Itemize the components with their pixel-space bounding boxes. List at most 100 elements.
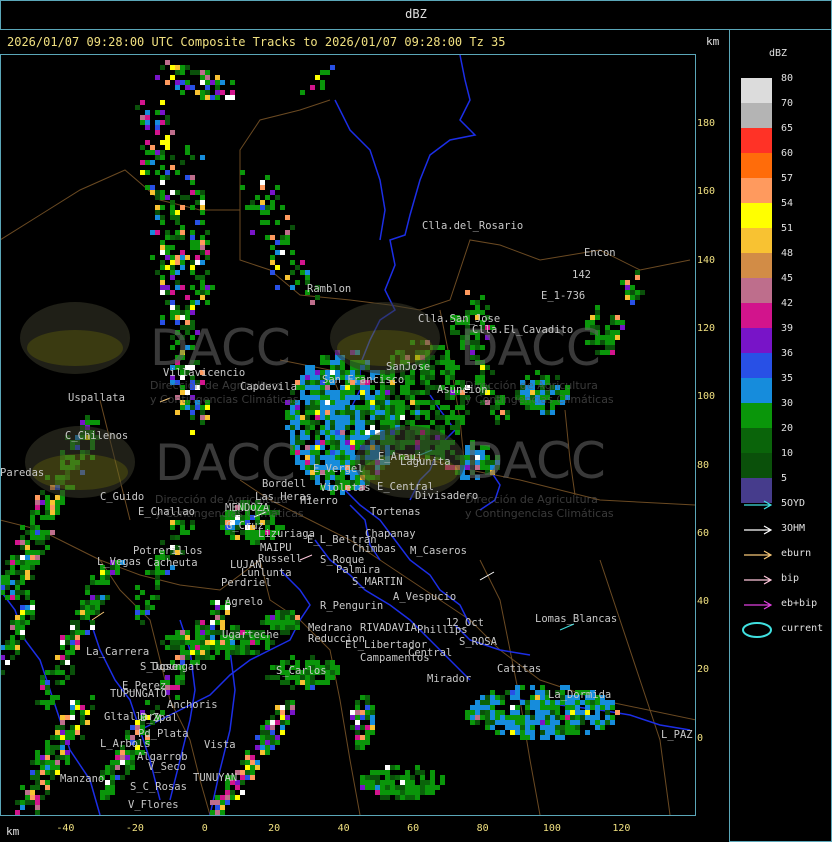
x-axis-tick-label: 20 (268, 823, 281, 834)
legend-swatch (741, 228, 772, 253)
legend-swatch (741, 303, 772, 328)
track-type-label: eburn (781, 548, 812, 559)
track-type-label: eb+bip (781, 598, 818, 609)
place-label: S_Carlos (276, 665, 327, 677)
place-label: San_Francisco (322, 374, 404, 386)
place-label: Paredas (0, 467, 44, 479)
place-label: Russell (258, 553, 302, 565)
x-axis-tick-label: -40 (56, 823, 75, 834)
place-label: RIVADAVIA (360, 622, 418, 634)
place-label: Divisadero (415, 490, 478, 502)
place-label: Perdriel (221, 577, 272, 589)
place-label: L_PAZ (661, 729, 693, 741)
legend-swatch-label: 65 (781, 123, 794, 134)
place-label: Central (408, 647, 452, 659)
legend-swatch-label: 45 (781, 273, 794, 284)
x-axis-tick-label: -20 (125, 823, 144, 834)
legend-swatch (741, 128, 772, 153)
legend-swatch (741, 453, 772, 478)
legend-swatch-label: 5 (781, 473, 788, 484)
y-axis-tick-label: 120 (697, 322, 716, 334)
radar-map[interactable]: DACC DACC DACC DACC Dirección de Agricul… (0, 54, 696, 816)
place-label: Lomas_Blancas (535, 613, 617, 625)
legend-swatch (741, 153, 772, 178)
place-label: La_Carrera (86, 646, 149, 658)
legend-swatch-label: 54 (781, 198, 794, 209)
window-title: dBZ (405, 7, 427, 21)
place-label: S_Jose (140, 661, 178, 673)
legend-swatch-label: 30 (781, 398, 794, 409)
track-arrow-icon (744, 550, 773, 560)
legend-swatch-label: 70 (781, 98, 794, 109)
place-label: Asuncion (437, 384, 488, 396)
x-axis-tick-label: 120 (612, 823, 631, 834)
legend-swatch-label: 20 (781, 423, 794, 434)
x-axis-tick-label: 0 (201, 823, 208, 834)
legend-swatch-label: 35 (781, 373, 794, 384)
legend-swatch-label: 10 (781, 448, 794, 459)
legend-title: dBZ (769, 48, 788, 59)
y-axis-tick-label: 60 (697, 527, 710, 539)
place-label: TUNUYAN (193, 772, 237, 784)
y-axis-tick-label: 20 (697, 664, 710, 676)
x-axis-tick-label: 40 (337, 823, 350, 834)
place-label: La_Dormida (548, 689, 611, 701)
place-label: Vista (204, 739, 236, 751)
place-label: 142 (572, 269, 591, 281)
place-label: Tortenas (370, 506, 421, 518)
track-arrow-icon (744, 500, 773, 510)
place-label: S_ROSA (459, 636, 498, 648)
track-type-label: bip (781, 573, 800, 584)
place-label: A_Vespucio (393, 591, 456, 603)
place-label: R_Pengurin (320, 600, 383, 612)
place-label: Clla.El_Cavadito (472, 324, 573, 336)
legend-swatch (741, 178, 772, 203)
place-label: V_Flores (128, 799, 179, 811)
place-label: Capdevila (240, 381, 297, 393)
place-label: Bordell (262, 478, 306, 490)
x-axis-tick-label: 80 (476, 823, 489, 834)
place-label: Ugarteche (222, 629, 279, 641)
y-axis-tick-label: 160 (697, 186, 716, 198)
legend-swatch-label: 39 (781, 323, 794, 334)
y-axis-tick-label: 180 (697, 118, 716, 129)
track-type-label: 3OHM (781, 523, 806, 534)
legend-swatch-label: 57 (781, 173, 794, 184)
y-axis-tick-label: 140 (697, 254, 716, 266)
track-arrow-icon (744, 575, 773, 585)
place-label: Manzano (60, 773, 104, 785)
place-label: Cacheuta (147, 557, 198, 569)
place-label: Palmira (336, 564, 380, 576)
place-label: Agrelo (225, 596, 263, 608)
place-label: Villavicencio (163, 367, 245, 379)
track-type-label: current (781, 623, 824, 634)
legend-swatch-label: 48 (781, 248, 794, 259)
place-label: Clla.del_Rosario (422, 220, 523, 232)
km-unit-label-top: km (706, 35, 720, 48)
legend-swatch (741, 353, 772, 378)
place-label: SanJose (386, 361, 430, 373)
place-label: C_Guido (100, 491, 144, 503)
km-unit-label-bottom: km (6, 825, 20, 838)
legend-swatch (741, 378, 772, 403)
svg-text:y Contingencias Climáticas: y Contingencias Climáticas (465, 507, 614, 520)
place-label: Violetas (320, 482, 371, 494)
place-label: M_Caseros (410, 545, 467, 557)
track-type-label: 5OYD (781, 498, 806, 509)
place-label: Chapanay (365, 528, 416, 540)
legend-swatch (741, 328, 772, 353)
svg-text:DACC: DACC (465, 432, 606, 490)
place-label: V_Seco (148, 761, 186, 773)
place-label: Mirador (427, 673, 471, 685)
legend-swatch-label: 36 (781, 348, 794, 359)
y-axis-tick-label: 100 (697, 391, 716, 403)
place-label: Lagunita (400, 456, 451, 468)
place-label: S_MARTIN (352, 576, 403, 588)
place-label: Encon (584, 247, 616, 259)
composite-tracks-header: 2026/01/07 09:28:00 UTC Composite Tracks… (7, 35, 506, 49)
legend-swatch (741, 278, 772, 303)
y-axis-tick-label: 0 (697, 732, 704, 744)
legend-swatch-label: 60 (781, 148, 794, 159)
place-label: L_Vegas (97, 556, 141, 568)
place-label: S_C_Rosas (130, 781, 187, 793)
